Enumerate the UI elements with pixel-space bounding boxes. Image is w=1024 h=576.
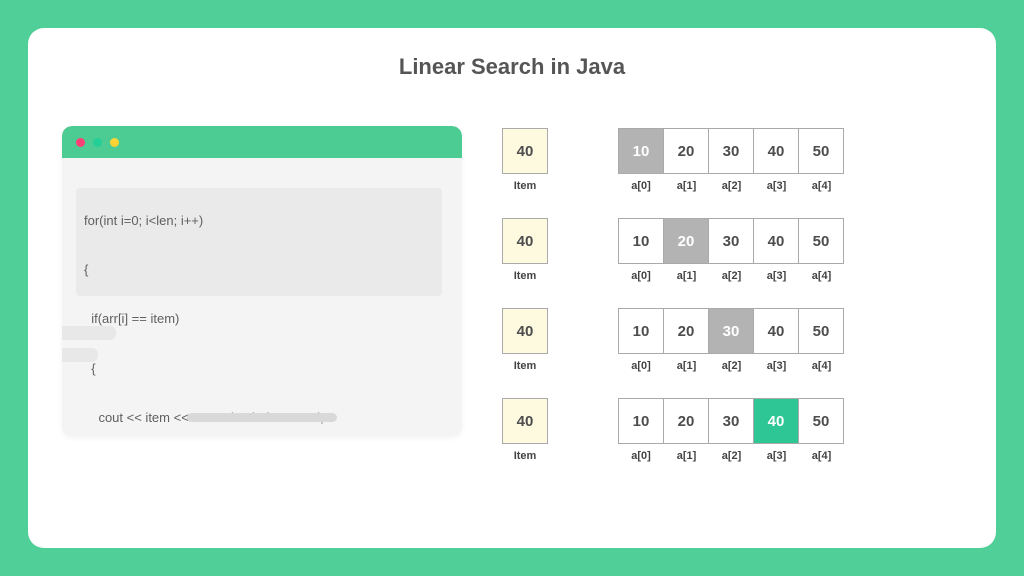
cell-index-label: a[1] [677, 270, 697, 282]
search-step-row: 40 Item 10 a[0] 20 a[1] 30 a[2] 40 a[3] 50 a[4] [502, 218, 962, 282]
cell-value: 30 [708, 308, 754, 354]
array-row: 10 a[0] 20 a[1] 30 a[2] 40 a[3] 50 a[4] [618, 128, 844, 192]
cell-value: 20 [663, 218, 709, 264]
cell-index-label: a[2] [722, 360, 742, 372]
array-cell: 30 a[2] [709, 308, 754, 372]
cell-value: 10 [618, 308, 664, 354]
minimize-icon [93, 138, 102, 147]
code-line: for(int i=0; i<len; i++) [84, 209, 440, 234]
array-cell: 40 a[3] [754, 218, 799, 282]
cell-value: 30 [708, 218, 754, 264]
cell-index-label: a[4] [812, 450, 832, 462]
array-cell: 10 a[0] [618, 128, 664, 192]
array-cell: 30 a[2] [709, 218, 754, 282]
code-line: if(arr[i] == item) [84, 307, 440, 332]
cell-index-label: a[4] [812, 270, 832, 282]
array-cell: 20 a[1] [664, 128, 709, 192]
search-step-row: 40 Item 10 a[0] 20 a[1] 30 a[2] 40 a[3] 50 a[4] [502, 128, 962, 192]
array-cell: 40 a[3] [754, 308, 799, 372]
cell-value: 30 [708, 398, 754, 444]
array-row: 10 a[0] 20 a[1] 30 a[2] 40 a[3] 50 a[4] [618, 398, 844, 462]
item-label: Item [514, 270, 537, 282]
cell-value: 20 [663, 128, 709, 174]
code-line: { [84, 258, 440, 283]
search-item: 40 Item [502, 398, 548, 462]
array-cell: 10 a[0] [618, 398, 664, 462]
search-item: 40 Item [502, 308, 548, 372]
cell-value: 10 [618, 398, 664, 444]
array-cell: 50 a[4] [799, 308, 844, 372]
window-titlebar [62, 126, 462, 158]
cell-index-label: a[3] [767, 360, 787, 372]
title-lang: Java [576, 54, 625, 79]
page-title: Linear Search in Java [62, 54, 962, 80]
horizontal-scrollbar[interactable] [187, 413, 337, 422]
cell-index-label: a[0] [631, 180, 651, 192]
cell-value: 10 [618, 128, 664, 174]
code-line: { [84, 357, 440, 382]
maximize-icon [110, 138, 119, 147]
cell-value: 50 [798, 398, 844, 444]
cell-index-label: a[1] [677, 180, 697, 192]
cell-value: 10 [618, 218, 664, 264]
search-step-row: 40 Item 10 a[0] 20 a[1] 30 a[2] 40 a[3] 50 a[4] [502, 308, 962, 372]
array-cell: 20 a[1] [664, 218, 709, 282]
close-icon [76, 138, 85, 147]
cell-index-label: a[3] [767, 270, 787, 282]
cell-index-label: a[2] [722, 270, 742, 282]
cell-value: 20 [663, 398, 709, 444]
cell-index-label: a[3] [767, 180, 787, 192]
cell-value: 30 [708, 128, 754, 174]
array-cell: 50 a[4] [799, 128, 844, 192]
cell-index-label: a[0] [631, 360, 651, 372]
array-cell: 10 a[0] [618, 218, 664, 282]
array-cell: 30 a[2] [709, 398, 754, 462]
cell-value: 50 [798, 128, 844, 174]
cell-index-label: a[1] [677, 360, 697, 372]
array-cell: 20 a[1] [664, 308, 709, 372]
array-cell: 20 a[1] [664, 398, 709, 462]
item-label: Item [514, 360, 537, 372]
cell-value: 40 [753, 398, 799, 444]
array-row: 10 a[0] 20 a[1] 30 a[2] 40 a[3] 50 a[4] [618, 218, 844, 282]
cell-value: 50 [798, 218, 844, 264]
search-item: 40 Item [502, 218, 548, 282]
cell-value: 40 [753, 308, 799, 354]
cell-index-label: a[1] [677, 450, 697, 462]
item-value-box: 40 [502, 398, 548, 444]
cell-index-label: a[0] [631, 450, 651, 462]
cell-index-label: a[4] [812, 180, 832, 192]
cell-value: 50 [798, 308, 844, 354]
item-value-box: 40 [502, 308, 548, 354]
cell-value: 20 [663, 308, 709, 354]
array-cell: 50 a[4] [799, 398, 844, 462]
code-window: for(int i=0; i<len; i++) { if(arr[i] == … [62, 126, 462, 436]
array-cell: 10 a[0] [618, 308, 664, 372]
cell-index-label: a[4] [812, 360, 832, 372]
item-label: Item [514, 450, 537, 462]
array-cell: 50 a[4] [799, 218, 844, 282]
cell-index-label: a[0] [631, 270, 651, 282]
array-row: 10 a[0] 20 a[1] 30 a[2] 40 a[3] 50 a[4] [618, 308, 844, 372]
cell-index-label: a[3] [767, 450, 787, 462]
title-prefix: Linear Search in [399, 54, 576, 79]
cell-index-label: a[2] [722, 450, 742, 462]
item-value-box: 40 [502, 128, 548, 174]
array-cell: 40 a[3] [754, 398, 799, 462]
cell-value: 40 [753, 218, 799, 264]
cell-value: 40 [753, 128, 799, 174]
array-cell: 40 a[3] [754, 128, 799, 192]
search-step-row: 40 Item 10 a[0] 20 a[1] 30 a[2] 40 a[3] 50 a[4] [502, 398, 962, 462]
search-item: 40 Item [502, 128, 548, 192]
array-cell: 30 a[2] [709, 128, 754, 192]
item-label: Item [514, 180, 537, 192]
cell-index-label: a[2] [722, 180, 742, 192]
item-value-box: 40 [502, 218, 548, 264]
